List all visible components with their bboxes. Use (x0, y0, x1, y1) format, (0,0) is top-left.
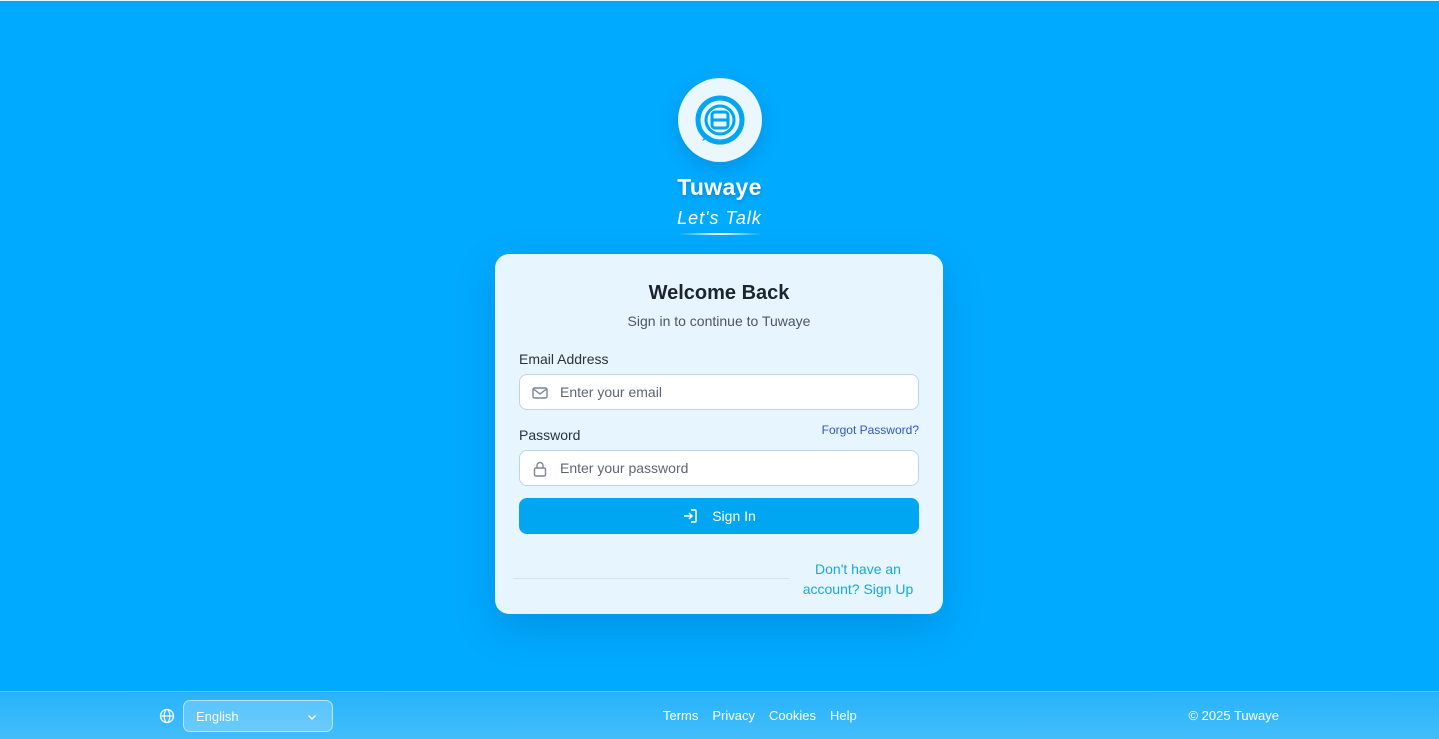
password-label: Password (519, 427, 581, 443)
app-tagline: Let's Talk (677, 208, 762, 228)
email-label: Email Address (519, 351, 609, 367)
footer-link-cookies[interactable]: Cookies (769, 708, 816, 723)
language-select[interactable]: English (183, 700, 333, 732)
tagline-underline (677, 233, 762, 235)
sign-in-icon (684, 509, 697, 523)
footer-links: Terms Privacy Cookies Help (663, 708, 857, 723)
app-logo (677, 78, 762, 162)
password-input[interactable] (560, 451, 908, 485)
mail-icon (532, 387, 548, 399)
sign-up-link[interactable]: Don't have an account? Sign Up (791, 559, 925, 599)
password-field-wrapper (519, 450, 919, 486)
footer: English Terms Privacy Cookies Help © 202… (0, 691, 1439, 739)
divider-line (513, 578, 789, 579)
chevron-down-icon (308, 715, 316, 720)
email-input[interactable] (560, 375, 908, 409)
footer-link-help[interactable]: Help (830, 708, 857, 723)
sign-in-label: Sign In (712, 508, 756, 524)
chat-bubble-logo-icon (695, 95, 744, 145)
forgot-password-link[interactable]: Forgot Password? (822, 423, 919, 437)
app-name: Tuwaye (677, 174, 762, 200)
language-value: English (196, 708, 239, 724)
lock-icon (533, 461, 547, 477)
copyright-text: © 2025 Tuwaye (1188, 708, 1279, 723)
login-card: Welcome Back Sign in to continue to Tuwa… (495, 254, 943, 614)
email-field-wrapper (519, 374, 919, 410)
login-subtitle: Sign in to continue to Tuwaye (627, 313, 811, 329)
globe-icon (159, 708, 175, 724)
brand-header: Tuwaye Let's Talk (0, 78, 1439, 235)
footer-link-terms[interactable]: Terms (663, 708, 698, 723)
footer-link-privacy[interactable]: Privacy (712, 708, 755, 723)
sign-up-line-2: account? Sign Up (802, 581, 914, 597)
sign-up-line-1: Don't have an (815, 561, 901, 577)
login-title: Welcome Back (648, 282, 790, 304)
sign-in-button[interactable]: Sign In (519, 498, 919, 534)
